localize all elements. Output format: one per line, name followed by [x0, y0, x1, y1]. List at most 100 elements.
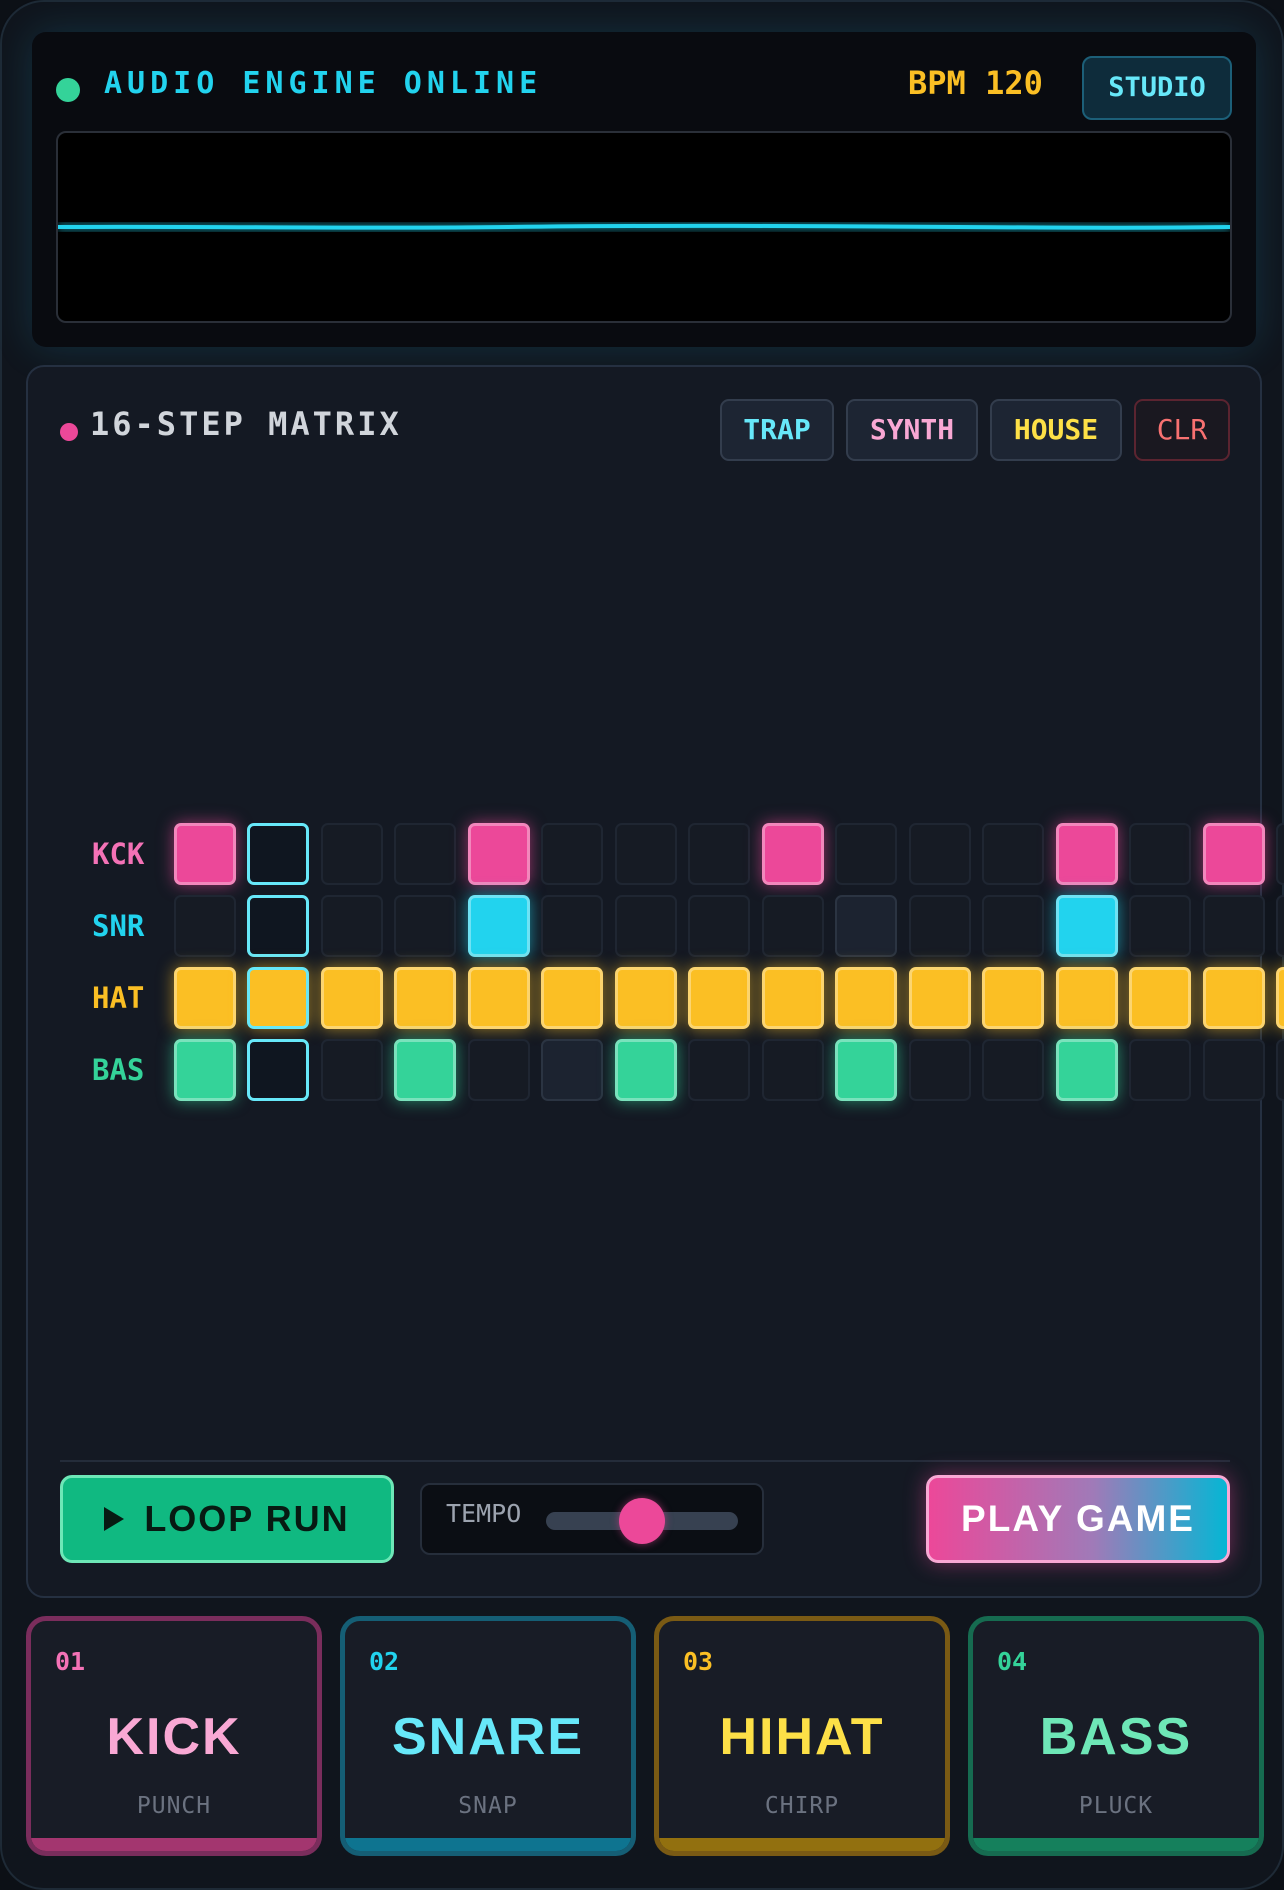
- step-cell-bas-1[interactable]: [173, 1039, 236, 1101]
- preset-synth-button[interactable]: SYNTH: [846, 399, 978, 461]
- preset-trap-button[interactable]: TRAP: [720, 399, 834, 461]
- app-frame: AUDIO ENGINE ONLINE BPM 120 STUDIO 16-ST…: [0, 0, 1284, 1890]
- waveform-display: [56, 131, 1232, 323]
- pad-subtitle: SNAP: [458, 1793, 518, 1819]
- step-cell-hat-16[interactable]: [1276, 967, 1284, 1029]
- tempo-control: TEMPO: [420, 1483, 764, 1555]
- pad-snare[interactable]: 02 SNARE SNAP: [340, 1616, 636, 1856]
- play-game-button[interactable]: PLAY GAME: [926, 1475, 1230, 1563]
- step-cell-kck-14[interactable]: [1129, 823, 1192, 885]
- pad-subtitle: CHIRP: [764, 1793, 840, 1819]
- step-cell-kck-15[interactable]: [1202, 823, 1265, 885]
- step-cell-kck-9[interactable]: [761, 823, 824, 885]
- tempo-label: TEMPO: [446, 1499, 522, 1528]
- pad-name: BASS: [1039, 1708, 1193, 1766]
- step-cell-snr-6[interactable]: [541, 895, 604, 957]
- step-cell-snr-1[interactable]: [173, 895, 236, 957]
- step-cell-snr-9[interactable]: [761, 895, 824, 957]
- step-cell-hat-3[interactable]: [320, 967, 383, 1029]
- pad-name: HIHAT: [719, 1708, 885, 1766]
- step-cell-snr-10[interactable]: [835, 895, 898, 957]
- step-cell-hat-15[interactable]: [1202, 967, 1265, 1029]
- step-cell-bas-11[interactable]: [908, 1039, 971, 1101]
- step-cell-bas-15[interactable]: [1202, 1039, 1265, 1101]
- step-cell-bas-14[interactable]: [1129, 1039, 1192, 1101]
- step-cell-kck-5[interactable]: [467, 823, 530, 885]
- step-cell-hat-5[interactable]: [467, 967, 530, 1029]
- studio-button[interactable]: STUDIO: [1082, 56, 1232, 120]
- pad-name: SNARE: [391, 1708, 585, 1766]
- step-cell-snr-5[interactable]: [467, 895, 530, 957]
- sequencer-panel: 16-STEP MATRIX TRAP SYNTH HOUSE CLR KCK S…: [26, 365, 1284, 1598]
- pad-accent-bar: [345, 1838, 631, 1851]
- step-cell-hat-10[interactable]: [835, 967, 898, 1029]
- pad-number: 02: [369, 1647, 400, 1676]
- step-cell-hat-4[interactable]: [394, 967, 457, 1029]
- tempo-slider-thumb[interactable]: [619, 1498, 665, 1544]
- step-cell-bas-10[interactable]: [835, 1039, 898, 1101]
- step-cell-hat-1[interactable]: [173, 967, 236, 1029]
- step-cell-snr-7[interactable]: [614, 895, 677, 957]
- step-cell-hat-8[interactable]: [688, 967, 751, 1029]
- step-cell-hat-11[interactable]: [908, 967, 971, 1029]
- pad-number: 01: [55, 1647, 86, 1676]
- loop-run-button[interactable]: LOOP RUN: [60, 1475, 394, 1563]
- pad-bass[interactable]: 04 BASS PLUCK: [968, 1616, 1264, 1856]
- step-cell-kck-8[interactable]: [688, 823, 751, 885]
- step-cell-hat-12[interactable]: [982, 967, 1045, 1029]
- step-cell-bas-6[interactable]: [541, 1039, 604, 1101]
- step-cell-kck-4[interactable]: [394, 823, 457, 885]
- pad-accent-bar: [973, 1838, 1259, 1851]
- clear-button[interactable]: CLR: [1134, 399, 1230, 461]
- step-cell-snr-2[interactable]: [247, 895, 310, 957]
- step-cell-snr-4[interactable]: [394, 895, 457, 957]
- step-cell-kck-13[interactable]: [1055, 823, 1118, 885]
- step-cell-bas-8[interactable]: [688, 1039, 751, 1101]
- matrix-indicator: [60, 423, 78, 441]
- step-cell-hat-14[interactable]: [1129, 967, 1192, 1029]
- step-cell-hat-9[interactable]: [761, 967, 824, 1029]
- step-cell-kck-6[interactable]: [541, 823, 604, 885]
- engine-status: AUDIO ENGINE ONLINE: [104, 66, 543, 101]
- step-cell-hat-7[interactable]: [614, 967, 677, 1029]
- step-cell-kck-2[interactable]: [247, 823, 310, 885]
- step-cell-hat-6[interactable]: [541, 967, 604, 1029]
- step-cell-bas-12[interactable]: [982, 1039, 1045, 1101]
- waveform-line: [58, 223, 1230, 230]
- step-cell-kck-1[interactable]: [173, 823, 236, 885]
- step-cell-bas-7[interactable]: [614, 1039, 677, 1101]
- pad-hihat[interactable]: 03 HIHAT CHIRP: [654, 1616, 950, 1856]
- step-cell-kck-16[interactable]: [1276, 823, 1284, 885]
- pad-subtitle: PUNCH: [136, 1793, 212, 1819]
- pad-subtitle: PLUCK: [1078, 1793, 1154, 1819]
- pad-number: 04: [997, 1647, 1028, 1676]
- step-cell-bas-4[interactable]: [394, 1039, 457, 1101]
- pad-kick[interactable]: 01 KICK PUNCH: [26, 1616, 322, 1856]
- track-label-snr: SNR: [92, 909, 145, 943]
- step-cell-bas-9[interactable]: [761, 1039, 824, 1101]
- pad-accent-bar: [659, 1838, 945, 1851]
- step-cell-bas-2[interactable]: [247, 1039, 310, 1101]
- step-cell-snr-3[interactable]: [320, 895, 383, 957]
- step-cell-kck-10[interactable]: [835, 823, 898, 885]
- step-cell-bas-3[interactable]: [320, 1039, 383, 1101]
- step-cell-kck-7[interactable]: [614, 823, 677, 885]
- step-cell-kck-12[interactable]: [982, 823, 1045, 885]
- preset-house-button[interactable]: HOUSE: [990, 399, 1122, 461]
- step-cell-snr-11[interactable]: [908, 895, 971, 957]
- step-cell-snr-16[interactable]: [1276, 895, 1284, 957]
- pad-name: KICK: [106, 1708, 242, 1766]
- step-cell-bas-16[interactable]: [1276, 1039, 1284, 1101]
- step-cell-snr-13[interactable]: [1055, 895, 1118, 957]
- step-cell-bas-13[interactable]: [1055, 1039, 1118, 1101]
- engine-panel: AUDIO ENGINE ONLINE BPM 120 STUDIO: [32, 32, 1256, 347]
- step-cell-snr-8[interactable]: [688, 895, 751, 957]
- step-cell-kck-11[interactable]: [908, 823, 971, 885]
- step-cell-bas-5[interactable]: [467, 1039, 530, 1101]
- step-cell-snr-14[interactable]: [1129, 895, 1192, 957]
- step-cell-snr-15[interactable]: [1202, 895, 1265, 957]
- step-cell-hat-2[interactable]: [247, 967, 310, 1029]
- step-cell-snr-12[interactable]: [982, 895, 1045, 957]
- step-cell-hat-13[interactable]: [1055, 967, 1118, 1029]
- step-cell-kck-3[interactable]: [320, 823, 383, 885]
